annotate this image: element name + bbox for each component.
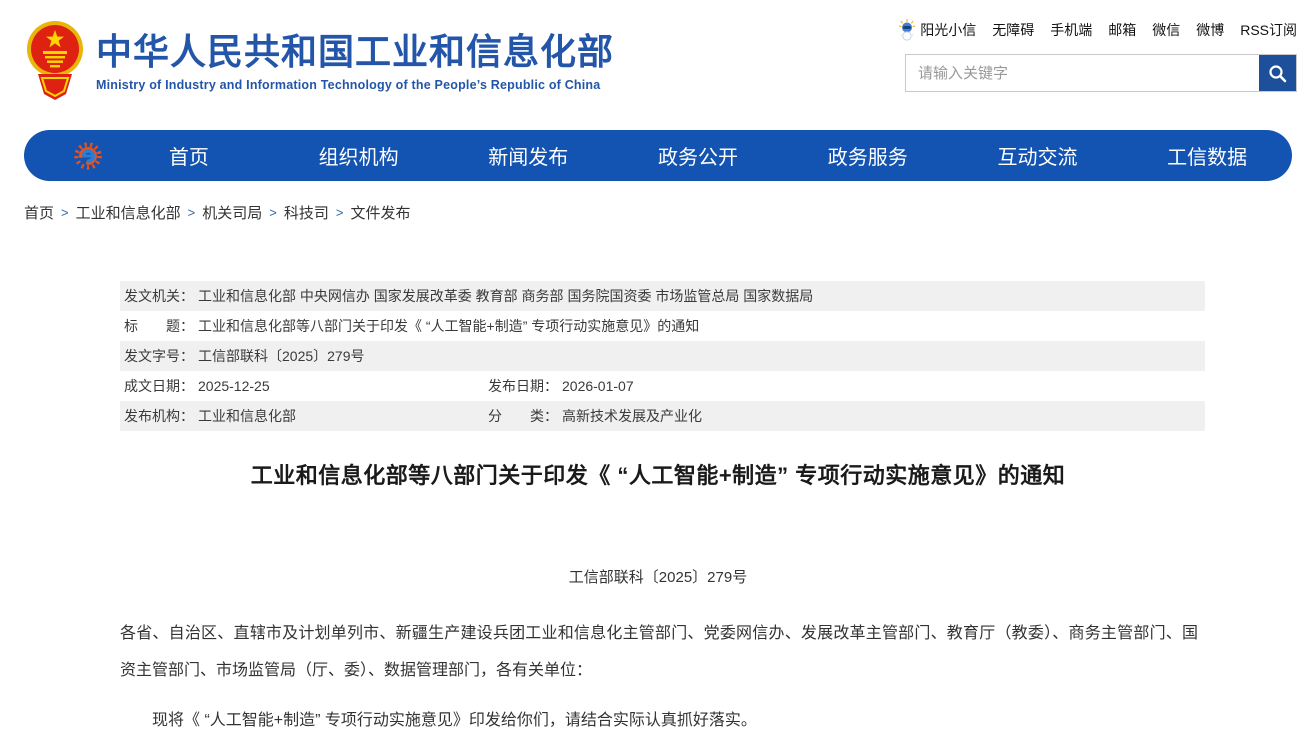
quick-link-label: 阳光小信: [920, 20, 976, 40]
nav-item-4[interactable]: 政务公开: [613, 141, 783, 170]
quick-link-7[interactable]: RSS订阅: [1240, 20, 1297, 40]
breadcrumb-separator: >: [188, 205, 196, 220]
breadcrumb: 首页 > 工业和信息化部 > 机关司局 > 科技司 > 文件发布: [24, 202, 410, 223]
site-subtitle: Ministry of Industry and Information Tec…: [96, 78, 614, 92]
quick-links: 阳光小信无障碍手机端邮箱微信微博 RSS订阅: [898, 20, 1297, 40]
meta-label: 发文字号：: [124, 348, 194, 364]
breadcrumb-item-1[interactable]: 首页: [24, 202, 54, 223]
breadcrumb-item-5[interactable]: 文件发布: [350, 202, 410, 223]
meta-cell: 标 题：工业和信息化部等八部门关于印发《 “人工智能+制造” 专项行动实施意见》…: [124, 311, 699, 341]
meta-value: 2026-01-07: [562, 378, 634, 394]
meta-row: 标 题：工业和信息化部等八部门关于印发《 “人工智能+制造” 专项行动实施意见》…: [120, 311, 1205, 341]
search-box: [905, 54, 1297, 92]
miit-logo-icon[interactable]: [72, 140, 104, 172]
nav-item-1[interactable]: 首页: [104, 141, 274, 170]
meta-value: 2025-12-25: [198, 378, 270, 394]
meta-label: 标 题：: [124, 318, 194, 334]
quick-link-5[interactable]: 微信: [1152, 20, 1180, 40]
meta-label: 发布机构：: [124, 408, 194, 424]
meta-value: 工业和信息化部 中央网信办 国家发展改革委 教育部 商务部 国务院国资委 市场监…: [198, 288, 813, 304]
breadcrumb-separator: >: [269, 205, 277, 220]
meta-cell: 发文机关：工业和信息化部 中央网信办 国家发展改革委 教育部 商务部 国务院国资…: [124, 281, 813, 311]
document-number: 工信部联科〔2025〕279号: [0, 566, 1316, 587]
quick-link-6[interactable]: 微博: [1196, 20, 1224, 40]
breadcrumb-item-3[interactable]: 机关司局: [202, 202, 262, 223]
meta-label: 分 类：: [488, 408, 558, 424]
nav-item-5[interactable]: 政务服务: [783, 141, 953, 170]
quick-link-label: 无障碍: [992, 20, 1034, 40]
search-icon: [1268, 64, 1287, 83]
site-title: 中华人民共和国工业和信息化部: [96, 30, 614, 73]
meta-value: 高新技术发展及产业化: [562, 408, 702, 424]
meta-row: 发文机关：工业和信息化部 中央网信办 国家发展改革委 教育部 商务部 国务院国资…: [120, 281, 1205, 311]
quick-link-3[interactable]: 手机端: [1050, 20, 1092, 40]
article-paragraph-1: 各省、自治区、直辖市及计划单列市、新疆生产建设兵团工业和信息化主管部门、党委网信…: [120, 615, 1198, 689]
meta-cell: 分 类：高新技术发展及产业化: [488, 401, 702, 431]
meta-value: 工业和信息化部: [198, 408, 296, 424]
quick-link-label: 邮箱: [1108, 20, 1136, 40]
breadcrumb-separator: >: [336, 205, 344, 220]
meta-label: 发布日期：: [488, 378, 558, 394]
document-meta-table: 发文机关：工业和信息化部 中央网信办 国家发展改革委 教育部 商务部 国务院国资…: [120, 281, 1205, 431]
meta-row: 成文日期：2025-12-25 发布日期：2026-01-07: [120, 371, 1205, 401]
quick-link-label: 微信: [1152, 20, 1180, 40]
article-body: 各省、自治区、直辖市及计划单列市、新疆生产建设兵团工业和信息化主管部门、党委网信…: [120, 615, 1198, 739]
meta-row: 发文字号：工信部联科〔2025〕279号: [120, 341, 1205, 371]
nav-item-2[interactable]: 组织机构: [274, 141, 444, 170]
meta-row: 发布机构：工业和信息化部 分 类：高新技术发展及产业化: [120, 401, 1205, 431]
meta-value: 工信部联科〔2025〕279号: [198, 348, 365, 364]
breadcrumb-item-2[interactable]: 工业和信息化部: [76, 202, 181, 223]
meta-cell: 成文日期：2025-12-25: [124, 371, 270, 401]
article-title: 工业和信息化部等八部门关于印发《 “人工智能+制造” 专项行动实施意见》的通知: [0, 458, 1316, 490]
quick-link-label: RSS订阅: [1240, 20, 1297, 40]
meta-cell: 发文字号：工信部联科〔2025〕279号: [124, 341, 365, 371]
national-emblem: [26, 18, 84, 104]
article-paragraph-2: 现将《 “人工智能+制造” 专项行动实施意见》印发给你们，请结合实际认真抓好落实…: [120, 702, 1198, 739]
meta-label: 成文日期：: [124, 378, 194, 394]
quick-link-2[interactable]: 无障碍: [992, 20, 1034, 40]
quick-link-label: 手机端: [1050, 20, 1092, 40]
meta-label: 发文机关：: [124, 288, 194, 304]
quick-link-label: 微博: [1196, 20, 1224, 40]
main-nav: 首页组织机构新闻发布政务公开政务服务互动交流工信数据: [24, 130, 1292, 181]
search-button[interactable]: [1259, 55, 1296, 91]
quick-link-4[interactable]: 邮箱: [1108, 20, 1136, 40]
mascot-icon: [898, 19, 916, 41]
nav-item-3[interactable]: 新闻发布: [443, 141, 613, 170]
meta-cell: 发布日期：2026-01-07: [488, 371, 634, 401]
site-title-block: 中华人民共和国工业和信息化部 Ministry of Industry and …: [96, 30, 614, 92]
quick-link-1[interactable]: 阳光小信: [898, 19, 976, 41]
breadcrumb-item-4[interactable]: 科技司: [284, 202, 329, 223]
meta-cell: 发布机构：工业和信息化部: [124, 401, 296, 431]
nav-item-7[interactable]: 工信数据: [1122, 141, 1292, 170]
nav-items: 首页组织机构新闻发布政务公开政务服务互动交流工信数据: [104, 141, 1292, 170]
search-input[interactable]: [906, 55, 1259, 91]
nav-item-6[interactable]: 互动交流: [953, 141, 1123, 170]
meta-value: 工业和信息化部等八部门关于印发《 “人工智能+制造” 专项行动实施意见》的通知: [198, 318, 699, 334]
breadcrumb-separator: >: [61, 205, 69, 220]
